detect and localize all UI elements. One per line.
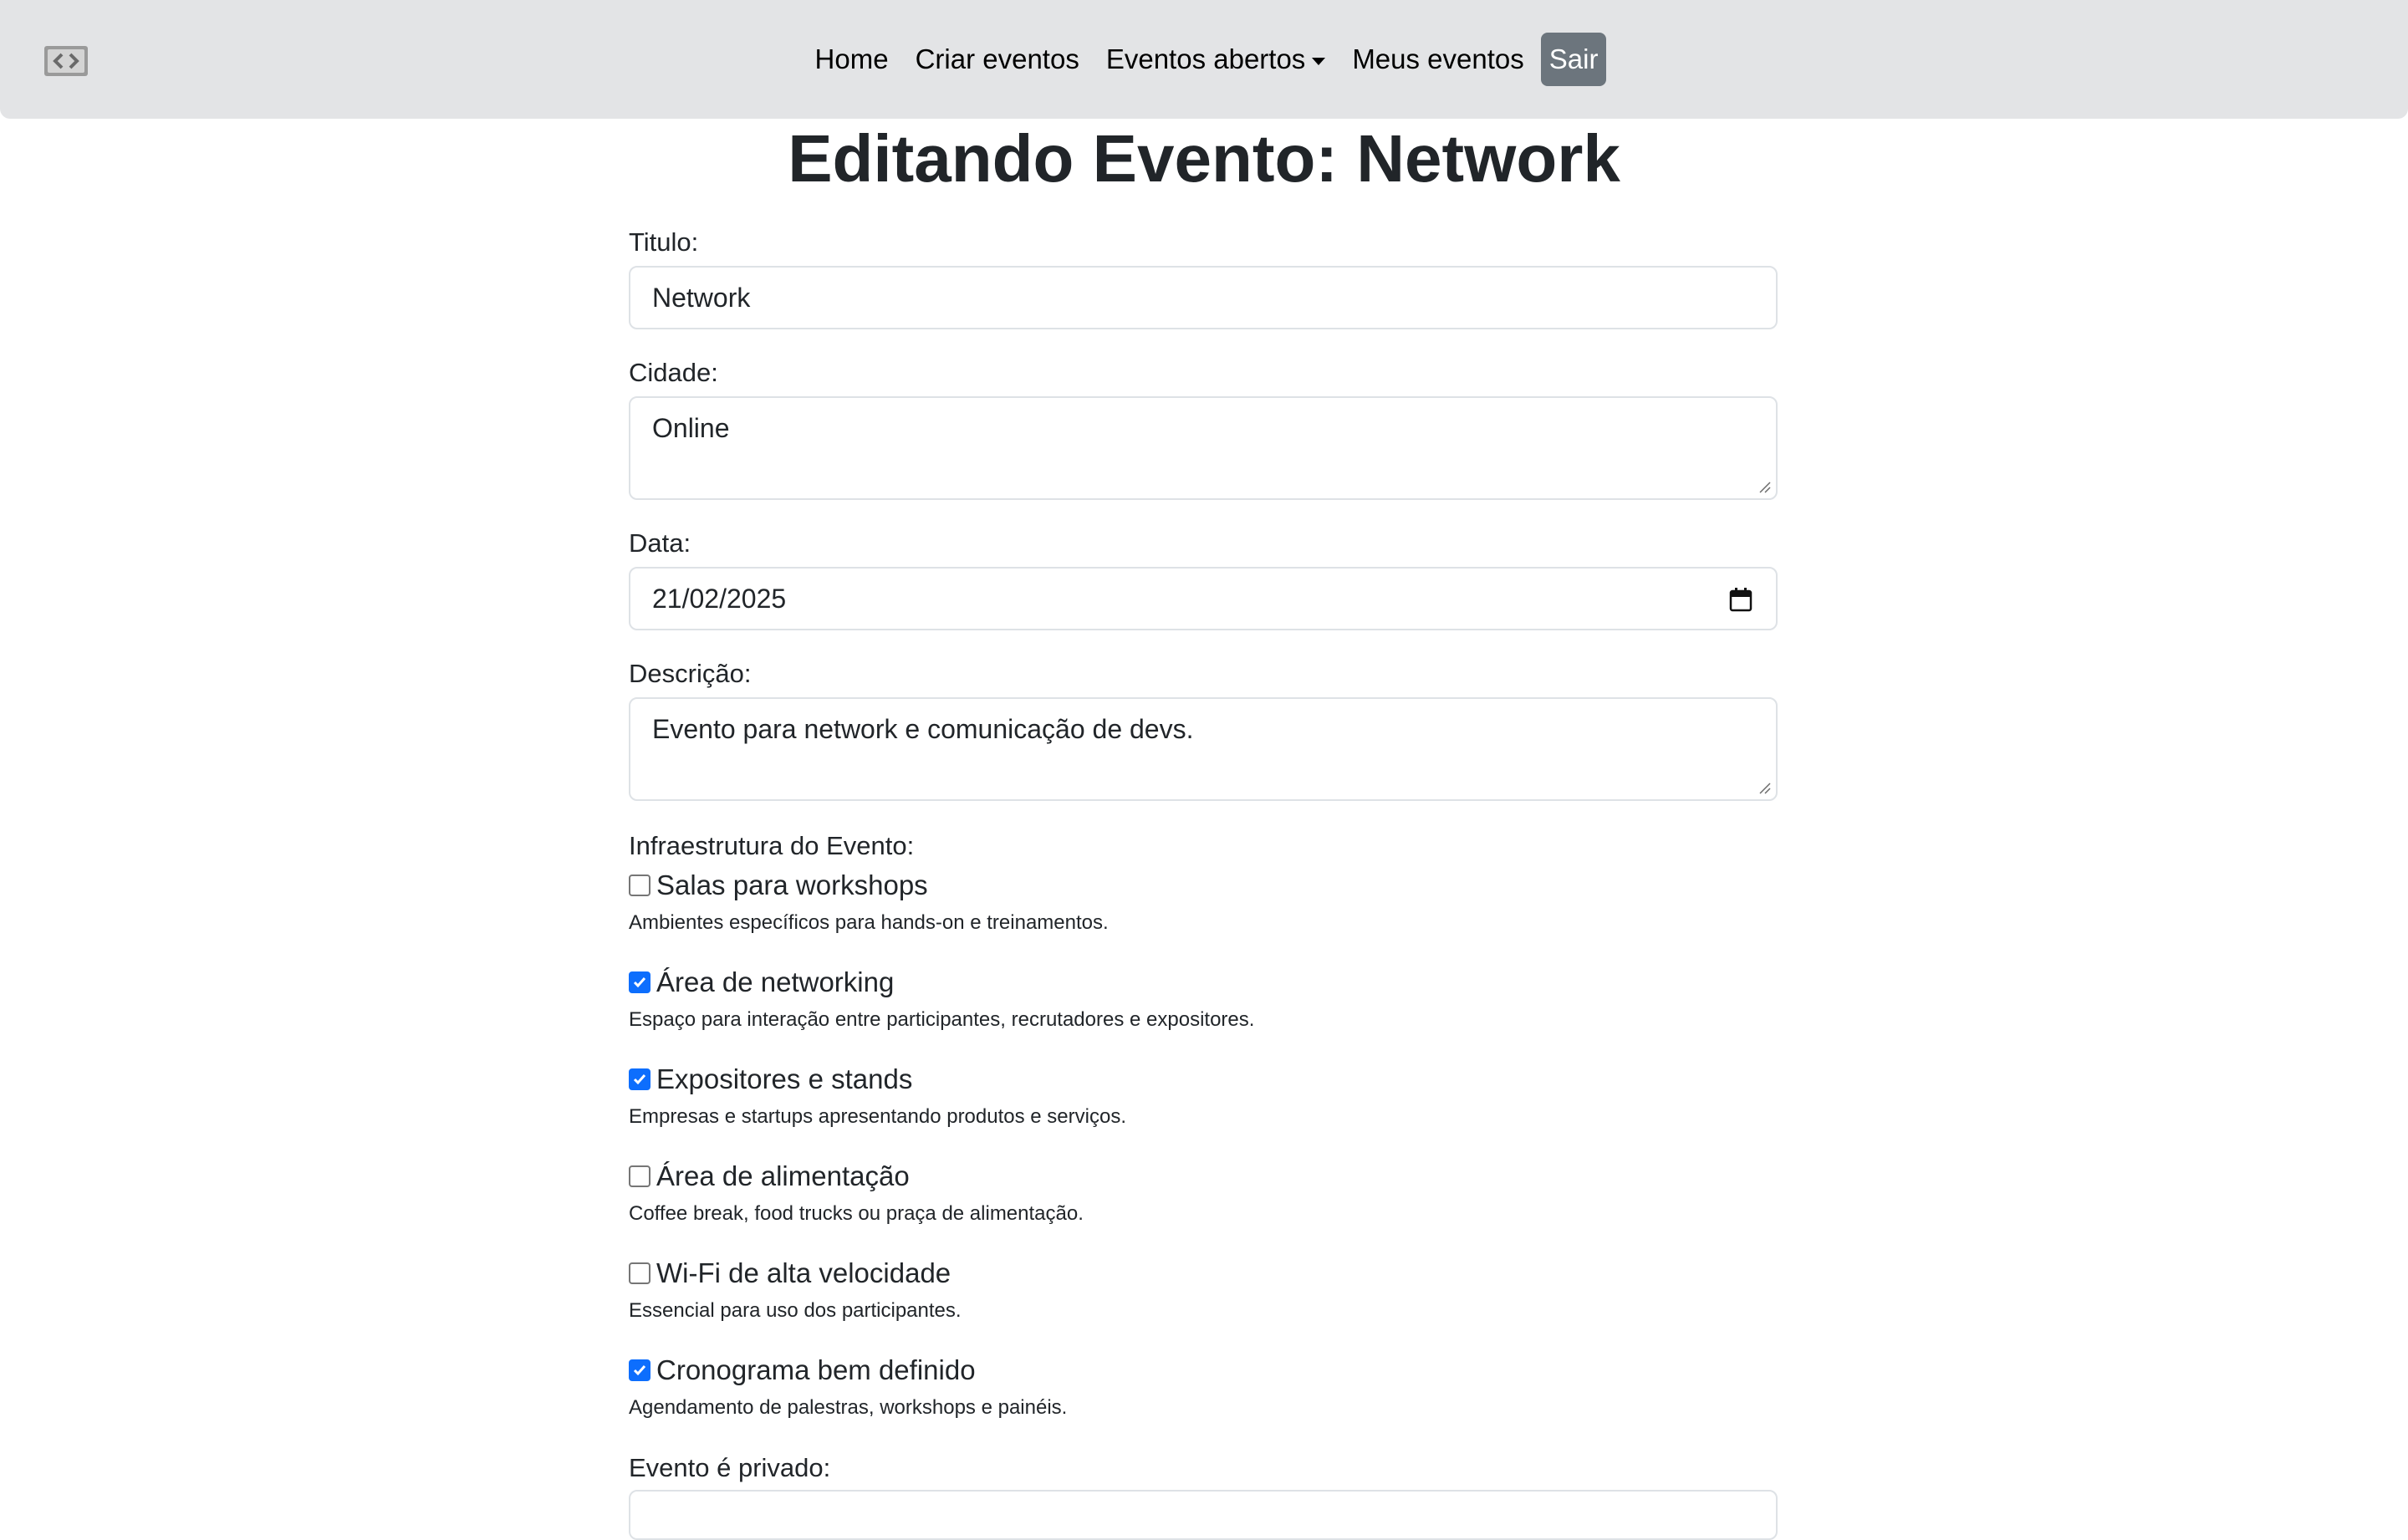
checkbox-label[interactable]: Área de networking [656,966,894,998]
data-input[interactable]: 21/02/2025 [629,567,1778,630]
nav-links: Home Criar eventos Eventos abertos Meus … [0,32,2408,87]
descricao-value: Evento para network e comunicação de dev… [652,714,1194,744]
infra-label: Infraestrutura do Evento: [629,831,915,860]
descricao-label: Descrição: [629,659,752,688]
checkmark-icon [633,1074,646,1085]
nav-link-home[interactable]: Home [802,32,902,87]
checkbox-description: Ambientes específicos para hands-on e tr… [629,911,1109,934]
titulo-input[interactable]: Network [629,266,1778,329]
checkbox-label[interactable]: Salas para workshops [656,869,928,901]
privado-label: Evento é privado: [629,1453,831,1482]
calendar-icon[interactable] [1729,587,1752,612]
nav-link-eventos-abertos[interactable]: Eventos abertos [1093,32,1339,87]
data-value: 21/02/2025 [652,584,787,614]
checkbox-checked[interactable] [629,971,650,993]
checkbox-description: Essencial para uso dos participantes. [629,1299,962,1322]
titulo-label: Titulo: [629,227,699,257]
checkbox-description: Coffee break, food trucks ou praça de al… [629,1202,1084,1225]
checkbox-label[interactable]: Wi-Fi de alta velocidade [656,1257,951,1289]
logout-button[interactable]: Sair [1540,33,1607,86]
navbar: Home Criar eventos Eventos abertos Meus … [0,0,2408,119]
privado-select[interactable] [629,1490,1778,1540]
resize-grip-icon[interactable] [1758,781,1771,794]
cidade-value: Online [652,413,730,443]
page-title: Editando Evento: Network [788,121,1620,196]
checkbox-description: Empresas e startups apresentando produto… [629,1105,1126,1128]
checkbox-unchecked[interactable] [629,1165,650,1187]
checkbox-description: Agendamento de palestras, workshops e pa… [629,1396,1068,1419]
resize-grip-icon[interactable] [1758,480,1771,493]
checkbox-description: Espaço para interação entre participante… [629,1008,1255,1031]
titulo-value: Network [652,283,751,313]
cidade-label: Cidade: [629,358,718,387]
checkbox-unchecked[interactable] [629,875,650,896]
descricao-textarea[interactable]: Evento para network e comunicação de dev… [629,697,1778,801]
checkbox-checked[interactable] [629,1359,650,1381]
nav-link-eventos-abertos-label: Eventos abertos [1105,43,1306,74]
data-label: Data: [629,528,691,558]
checkbox-label[interactable]: Cronograma bem definido [656,1354,976,1386]
checkbox-checked[interactable] [629,1068,650,1090]
nav-link-meus-eventos[interactable]: Meus eventos [1339,32,1537,87]
checkmark-icon [633,1365,646,1376]
chevron-down-icon [1312,57,1326,65]
cidade-textarea[interactable]: Online [629,396,1778,500]
nav-link-criar-eventos[interactable]: Criar eventos [902,32,1093,87]
checkbox-label[interactable]: Área de alimentação [656,1160,910,1192]
checkmark-icon [633,977,646,988]
checkbox-label[interactable]: Expositores e stands [656,1063,912,1095]
checkbox-unchecked[interactable] [629,1262,650,1284]
